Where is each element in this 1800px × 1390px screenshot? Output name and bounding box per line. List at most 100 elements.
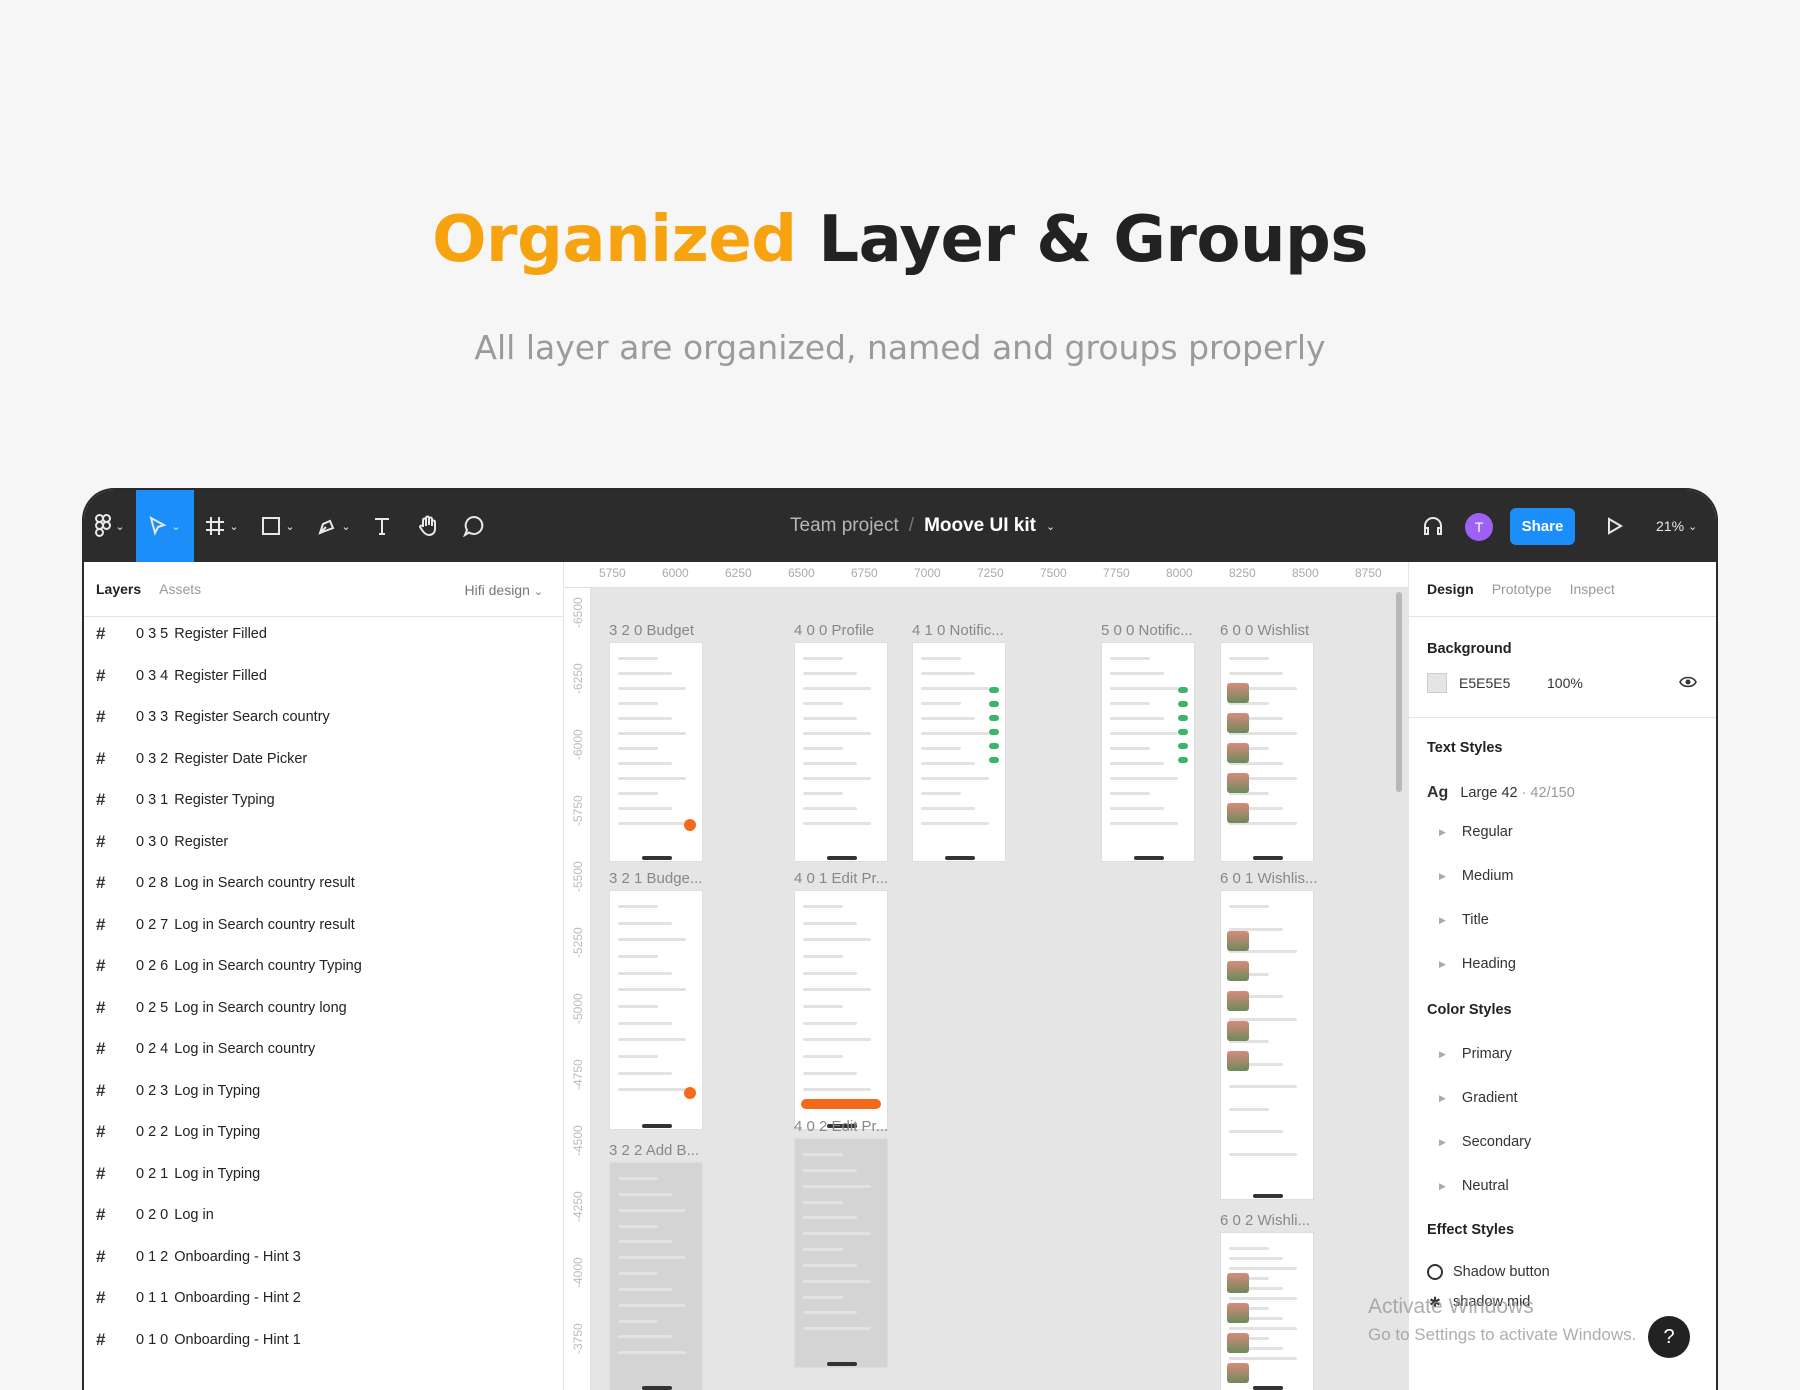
avatar[interactable]: T xyxy=(1465,513,1493,541)
page-selector-label: Hifi design xyxy=(464,582,530,598)
frame-thumbnail[interactable] xyxy=(1101,642,1195,862)
layer-item[interactable]: #0 3 4 Register Filled xyxy=(96,662,267,690)
frame-label[interactable]: 4 1 0 Notific... xyxy=(912,622,1004,639)
text-style-item[interactable]: ▶ Title xyxy=(1439,912,1489,928)
chevron-down-icon[interactable]: ⌄ xyxy=(1046,520,1055,533)
layer-item[interactable]: #0 2 6 Log in Search country Typing xyxy=(96,952,362,980)
background-swatch[interactable] xyxy=(1427,673,1447,693)
layer-item[interactable]: #0 3 5 Register Filled xyxy=(96,620,267,648)
frame-icon: # xyxy=(96,748,106,768)
layer-item[interactable]: #0 2 2 Log in Typing xyxy=(96,1118,260,1146)
breadcrumb-file[interactable]: Moove UI kit xyxy=(924,515,1036,537)
ruler-tick: -3750 xyxy=(571,1323,585,1354)
ruler-tick: -5750 xyxy=(571,795,585,826)
tab-assets[interactable]: Assets xyxy=(159,581,201,597)
layer-item[interactable]: #0 2 0 Log in xyxy=(96,1201,214,1229)
frame-thumbnail[interactable] xyxy=(1220,642,1314,862)
hand-tool-icon[interactable] xyxy=(408,490,448,562)
color-style-item[interactable]: ▶ Neutral xyxy=(1439,1178,1509,1194)
frame-icon: # xyxy=(96,1246,106,1266)
frame-thumbnail[interactable] xyxy=(609,1162,703,1390)
text-tool-icon[interactable] xyxy=(364,490,400,562)
background-hex[interactable]: E5E5E5 xyxy=(1459,675,1547,691)
frame-thumbnail[interactable] xyxy=(794,1138,888,1368)
layer-item[interactable]: #0 2 7 Log in Search country result xyxy=(96,911,355,939)
background-opacity[interactable]: 100% xyxy=(1547,675,1583,691)
windows-activation-watermark: Activate Windows Go to Settings to activ… xyxy=(1368,1293,1636,1349)
zoom-level[interactable]: 21% ⌄ xyxy=(1656,490,1697,562)
toggle-switch xyxy=(1178,729,1188,735)
frame-label[interactable]: 5 0 0 Notific... xyxy=(1101,622,1193,639)
fab-button xyxy=(684,819,696,831)
canvas[interactable]: 5750 6000 6250 6500 6750 7000 7250 7500 7750 8000… xyxy=(565,562,1408,1390)
layer-item[interactable]: #0 1 0 Onboarding - Hint 1 xyxy=(96,1326,301,1354)
layer-item[interactable]: #0 3 2 Register Date Picker xyxy=(96,745,307,773)
move-tool-icon[interactable]: ⌄ xyxy=(136,490,194,562)
frame-content-line xyxy=(803,971,857,975)
color-style-item[interactable]: ▶ Gradient xyxy=(1439,1090,1518,1106)
zoom-value: 21% xyxy=(1656,518,1685,534)
layer-item[interactable]: #0 1 1 Onboarding - Hint 2 xyxy=(96,1284,301,1312)
ruler-vertical: -6500 -6250 -6000 -5750 -5500 -5250 -5000 -4750… xyxy=(565,588,591,1390)
frame-tool-icon[interactable]: ⌄ xyxy=(196,490,248,562)
frame-content-line xyxy=(618,717,672,720)
frame-label[interactable]: 3 2 1 Budge... xyxy=(609,870,702,887)
text-style-large[interactable]: Ag Large 42 · 42/150 xyxy=(1427,784,1575,802)
style-label: Primary xyxy=(1461,1046,1512,1062)
tab-inspect[interactable]: Inspect xyxy=(1570,581,1615,597)
frame-label[interactable]: 3 2 2 Add B... xyxy=(609,1142,699,1159)
frame-thumbnail[interactable] xyxy=(794,642,888,862)
tab-prototype[interactable]: Prototype xyxy=(1492,581,1552,597)
frame-label[interactable]: 4 0 0 Profile xyxy=(794,622,874,639)
chevron-down-icon: ⌄ xyxy=(285,520,295,533)
layer-item[interactable]: #0 2 5 Log in Search country long xyxy=(96,994,347,1022)
audio-headphones-icon[interactable] xyxy=(1418,490,1448,562)
layer-item[interactable]: #0 3 3 Register Search country xyxy=(96,703,330,731)
frame-label[interactable]: 3 2 0 Budget xyxy=(609,622,694,639)
frame-thumbnail[interactable] xyxy=(609,890,703,1130)
figma-window: ⌄ ⌄ ⌄ ⌄ ⌄ Team project / Moove UI kit ⌄ xyxy=(84,490,1716,1390)
frame-thumbnail[interactable] xyxy=(794,890,888,1130)
frame-thumbnail[interactable] xyxy=(1220,890,1314,1200)
frame-content-line xyxy=(618,1005,658,1008)
frame-thumbnail[interactable] xyxy=(1220,1232,1314,1390)
layer-item[interactable]: #0 3 0 Register xyxy=(96,828,228,856)
tab-layers[interactable]: Layers xyxy=(96,581,141,597)
text-style-item[interactable]: ▶ Heading xyxy=(1439,956,1516,972)
layer-item[interactable]: #0 2 1 Log in Typing xyxy=(96,1160,260,1188)
comment-tool-icon[interactable] xyxy=(454,490,494,562)
frame-label[interactable]: 4 0 1 Edit Pr... xyxy=(794,870,888,887)
pen-tool-icon[interactable]: ⌄ xyxy=(308,490,360,562)
frame-label[interactable]: 4 0 2 Edit Pr... xyxy=(794,1118,888,1135)
layer-item[interactable]: #0 2 3 Log in Typing xyxy=(96,1077,260,1105)
frame-thumbnail[interactable] xyxy=(912,642,1006,862)
shape-tool-icon[interactable]: ⌄ xyxy=(252,490,304,562)
page-selector[interactable]: Hifi design ⌄ xyxy=(465,582,543,598)
layer-item[interactable]: #0 2 8 Log in Search country result xyxy=(96,869,355,897)
frame-label[interactable]: 6 0 0 Wishlist xyxy=(1220,622,1309,639)
layer-item[interactable]: #0 3 1 Register Typing xyxy=(96,786,275,814)
layer-item[interactable]: #0 2 4 Log in Search country xyxy=(96,1035,315,1063)
effect-style-shadow-button[interactable]: Shadow button xyxy=(1427,1264,1550,1280)
present-play-icon[interactable] xyxy=(1600,490,1630,562)
frame-label[interactable]: 6 0 2 Wishli... xyxy=(1220,1212,1310,1229)
frame-content-line xyxy=(1110,762,1164,765)
color-style-item[interactable]: ▶ Secondary xyxy=(1439,1134,1531,1150)
share-button[interactable]: Share xyxy=(1510,508,1575,545)
background-row[interactable]: E5E5E5 100% xyxy=(1427,671,1697,695)
help-button[interactable]: ? xyxy=(1648,1316,1690,1358)
tab-design[interactable]: Design xyxy=(1427,581,1474,597)
text-style-item[interactable]: ▶ Medium xyxy=(1439,868,1514,884)
text-style-item[interactable]: ▶ Regular xyxy=(1439,824,1513,840)
frame-thumbnail[interactable] xyxy=(609,642,703,862)
layer-item[interactable]: #0 1 2 Onboarding - Hint 3 xyxy=(96,1243,301,1271)
hero-title-accent: Organized xyxy=(432,203,797,277)
breadcrumb-team[interactable]: Team project xyxy=(790,515,899,537)
color-style-item[interactable]: ▶ Primary xyxy=(1439,1046,1512,1062)
figma-menu-icon[interactable]: ⌄ xyxy=(84,490,136,562)
eye-icon[interactable] xyxy=(1679,675,1697,692)
frame-content-line xyxy=(803,777,871,780)
frame-icon: # xyxy=(96,1080,106,1100)
canvas-scrollbar[interactable] xyxy=(1396,592,1402,792)
frame-label[interactable]: 6 0 1 Wishlis... xyxy=(1220,870,1318,887)
